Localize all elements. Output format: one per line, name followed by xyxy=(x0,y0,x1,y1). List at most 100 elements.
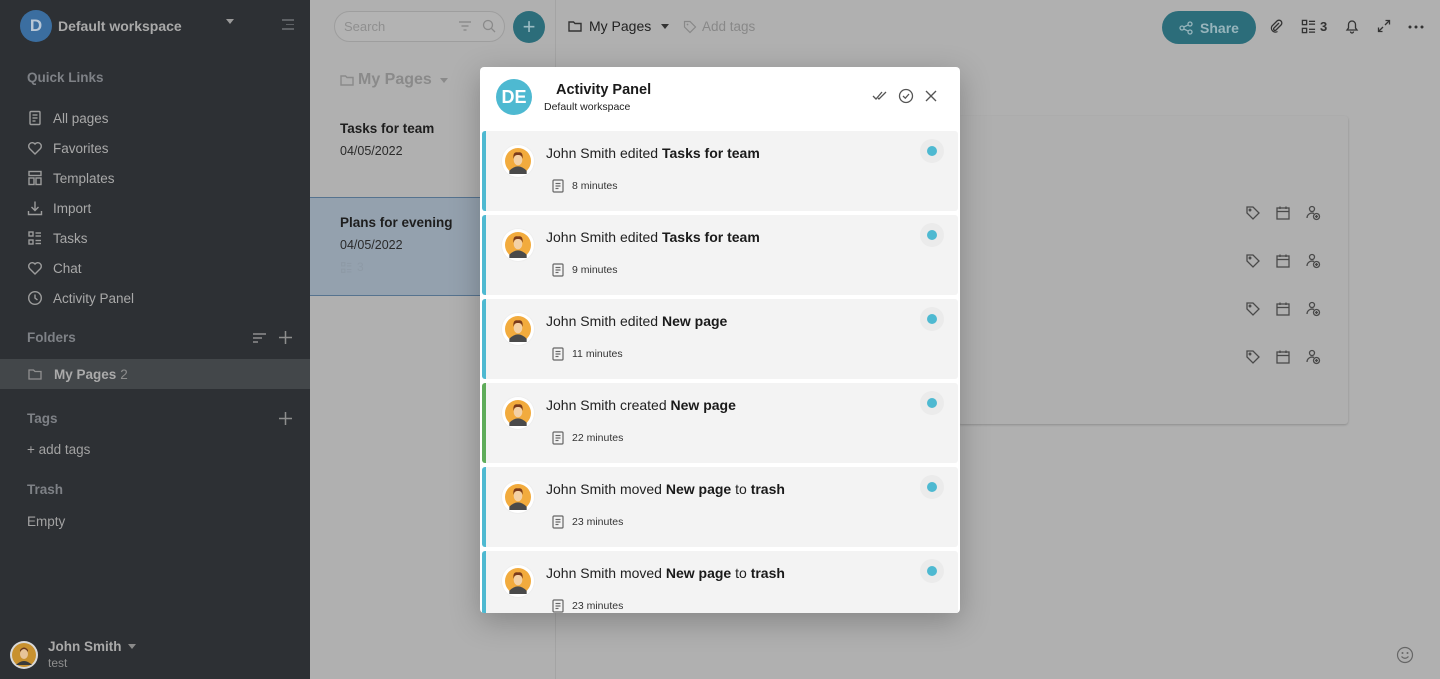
unread-dot-icon xyxy=(927,482,937,492)
activity-meta: 8 minutes xyxy=(552,179,618,193)
add-tag-icon[interactable] xyxy=(279,412,292,425)
mark-all-read-icon[interactable] xyxy=(872,89,888,103)
tag-icon[interactable] xyxy=(1245,301,1261,317)
folder-name: My Pages xyxy=(54,366,117,382)
filter-icon[interactable] xyxy=(459,21,471,31)
collapse-menu-icon[interactable] xyxy=(282,19,294,33)
activity-item[interactable]: John Smith moved New page to trash 23 mi… xyxy=(482,551,958,613)
tasks-icon xyxy=(28,231,41,245)
attachment-icon[interactable] xyxy=(1268,18,1284,34)
activity-action: edited xyxy=(619,313,659,329)
activity-target: New page xyxy=(665,565,732,581)
unread-toggle[interactable] xyxy=(920,475,944,499)
page-icon xyxy=(552,347,564,361)
sidebar-item-chat[interactable]: Chat xyxy=(27,253,134,283)
sidebar-item-templates[interactable]: Templates xyxy=(27,163,134,193)
activity-item[interactable]: John Smith edited New page 11 minutes xyxy=(482,299,958,379)
activity-item[interactable]: John Smith created New page 22 minutes xyxy=(482,383,958,463)
task-count: 3 xyxy=(357,260,364,274)
unread-dot-icon xyxy=(927,398,937,408)
user-avatar-icon xyxy=(505,232,531,258)
unread-toggle[interactable] xyxy=(920,391,944,415)
sidebar-item-label: Templates xyxy=(53,170,115,186)
share-icon xyxy=(1179,20,1193,35)
user-menu[interactable]: John Smith test xyxy=(10,639,136,670)
workspace-switcher[interactable]: D Default workspace xyxy=(20,10,300,42)
add-tags-button[interactable]: Add tags xyxy=(683,19,755,34)
page-icon xyxy=(29,110,41,126)
search-box[interactable] xyxy=(334,11,505,42)
page-icon xyxy=(552,179,564,193)
activity-user: John Smith xyxy=(546,397,617,413)
sidebar-item-activity-panel[interactable]: Activity Panel xyxy=(27,283,134,313)
activity-item[interactable]: John Smith edited Tasks for team 9 minut… xyxy=(482,215,958,295)
calendar-icon[interactable] xyxy=(1275,349,1291,365)
calendar-icon[interactable] xyxy=(1275,253,1291,269)
add-page-button[interactable]: + xyxy=(513,11,545,43)
unread-dot-icon xyxy=(927,230,937,240)
avatar xyxy=(502,481,534,513)
tasks-icon[interactable] xyxy=(1301,19,1316,34)
assign-user-icon[interactable] xyxy=(1305,301,1321,317)
calendar-icon[interactable] xyxy=(1275,205,1291,221)
activity-list: John Smith edited Tasks for team 8 minut… xyxy=(480,131,960,613)
close-icon[interactable] xyxy=(924,89,938,103)
unread-toggle[interactable] xyxy=(920,223,944,247)
activity-target: New page xyxy=(670,397,736,413)
chevron-down-icon[interactable] xyxy=(226,19,234,24)
tag-icon[interactable] xyxy=(1245,349,1261,365)
folders-title: Folders xyxy=(27,330,76,345)
folder-icon xyxy=(568,21,582,32)
tag-icon[interactable] xyxy=(1245,205,1261,221)
activity-text: John Smith edited New page xyxy=(546,313,727,329)
sidebar-item-label: Import xyxy=(53,200,92,216)
expand-icon[interactable] xyxy=(1377,19,1391,33)
activity-suffix: to xyxy=(731,481,751,497)
activity-target: Tasks for team xyxy=(661,145,760,161)
sidebar-item-favorites[interactable]: Favorites xyxy=(27,133,134,163)
task-row-actions xyxy=(1245,349,1321,365)
activity-action: moved xyxy=(619,481,662,497)
breadcrumb[interactable]: My Pages xyxy=(568,18,670,34)
list-title[interactable]: My Pages xyxy=(340,71,448,89)
folder-icon xyxy=(340,75,354,86)
unread-toggle[interactable] xyxy=(920,139,944,163)
activity-item[interactable]: John Smith edited Tasks for team 8 minut… xyxy=(482,131,958,211)
search-input[interactable] xyxy=(344,19,444,34)
emoji-icon[interactable] xyxy=(1396,646,1414,664)
folder-icon xyxy=(28,369,42,380)
bell-icon[interactable] xyxy=(1344,18,1360,34)
search-icon[interactable] xyxy=(482,19,496,33)
chevron-down-icon[interactable] xyxy=(127,644,136,649)
avatar xyxy=(502,145,534,177)
unread-toggle[interactable] xyxy=(920,559,944,583)
add-tags-link[interactable]: + add tags xyxy=(27,442,90,457)
calendar-icon[interactable] xyxy=(1275,301,1291,317)
sort-icon[interactable] xyxy=(253,332,266,344)
assign-user-icon[interactable] xyxy=(1305,349,1321,365)
sidebar-item-tasks[interactable]: Tasks xyxy=(27,223,134,253)
sidebar-item-label: Activity Panel xyxy=(53,290,135,306)
modal-header: DE Activity Panel Default workspace xyxy=(480,67,960,131)
assign-user-icon[interactable] xyxy=(1305,253,1321,269)
activity-action: edited xyxy=(619,145,659,161)
activity-suffix-target: trash xyxy=(750,481,785,497)
chevron-down-icon xyxy=(661,23,670,29)
add-folder-icon[interactable] xyxy=(279,331,292,344)
activity-item[interactable]: John Smith moved New page to trash 23 mi… xyxy=(482,467,958,547)
avatar xyxy=(502,397,534,429)
sidebar-item-import[interactable]: Import xyxy=(27,193,134,223)
more-icon[interactable] xyxy=(1408,25,1424,29)
unread-toggle[interactable] xyxy=(920,307,944,331)
assign-user-icon[interactable] xyxy=(1305,205,1321,221)
unread-dot-icon xyxy=(927,566,937,576)
unread-dot-icon xyxy=(927,314,937,324)
user-avatar-icon xyxy=(505,484,531,510)
folder-item-my-pages[interactable]: My Pages 2 xyxy=(0,359,310,389)
sidebar-item-all-pages[interactable]: All pages xyxy=(27,103,134,133)
check-circle-icon[interactable] xyxy=(898,88,914,104)
share-button[interactable]: Share xyxy=(1162,11,1256,44)
sidebar-item-label: Chat xyxy=(53,260,82,276)
activity-panel-modal: DE Activity Panel Default workspace John… xyxy=(480,67,960,613)
tag-icon[interactable] xyxy=(1245,253,1261,269)
